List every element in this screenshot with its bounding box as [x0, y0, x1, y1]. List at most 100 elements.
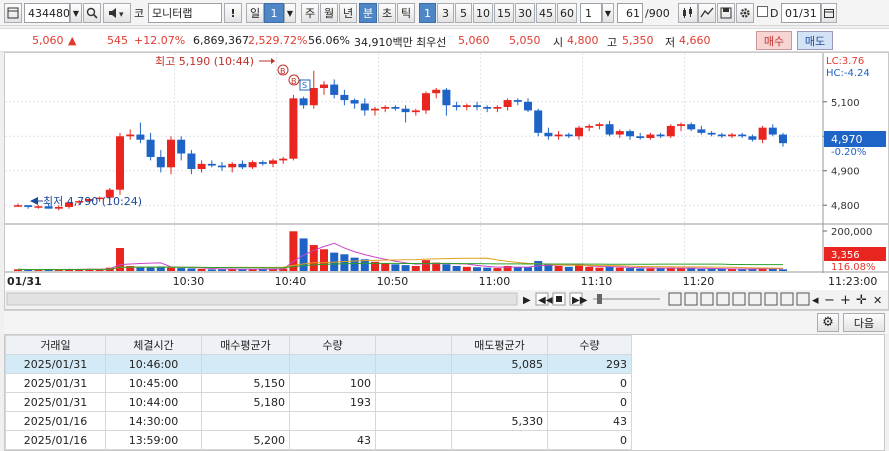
day-count-dropdown-icon[interactable]: ▼ — [284, 3, 296, 23]
gear-icon[interactable] — [736, 3, 754, 23]
time-tick-label: 11:23:00 — [828, 275, 877, 288]
candle-body — [758, 127, 767, 140]
volume-bar — [595, 267, 604, 271]
stock-name-field[interactable]: 모니터랩 — [148, 3, 222, 23]
table-row[interactable]: 2025/01/31 10:44:00 5,180 193 0 — [5, 392, 632, 412]
date-checkbox[interactable] — [757, 6, 768, 17]
best-quote-label: 최우선 — [416, 36, 447, 49]
market-prefix: 코 — [134, 7, 145, 20]
minute-1-button[interactable]: 1 — [419, 3, 436, 23]
candle-body — [401, 108, 410, 113]
table-row[interactable]: 2025/01/16 13:59:00 5,200 43 0 — [5, 430, 632, 450]
draw-tools-icon[interactable] — [698, 3, 716, 23]
volume-bar — [483, 267, 492, 271]
sound-icon[interactable]: ▾ — [103, 3, 131, 23]
volume-bar — [687, 268, 696, 271]
current-pct-tag: -0.20% — [831, 147, 866, 158]
candle-body — [126, 134, 135, 137]
candle-body — [595, 124, 604, 126]
gear-icon[interactable]: ⚙ — [817, 313, 839, 332]
time-tick-label: 11:20 — [683, 275, 715, 288]
candle-body — [585, 125, 594, 128]
zoom-out-icon[interactable]: − — [824, 293, 835, 308]
period-month-button[interactable]: 월 — [320, 3, 338, 23]
candle-body — [442, 89, 451, 106]
period-minute-button[interactable]: 분 — [359, 3, 377, 23]
volume-bar — [187, 268, 196, 271]
chart-panel[interactable]: LC:3.76 HC:-4.24 5,1005,0004,9004,800 4,… — [4, 52, 889, 310]
code-input[interactable]: 434480 — [24, 3, 70, 23]
minute-60-button[interactable]: 60 — [557, 3, 577, 23]
price-change: 545 — [107, 34, 128, 47]
volume-bar — [401, 265, 410, 271]
code-dropdown-icon[interactable]: ▼ — [70, 3, 82, 23]
table-cell — [451, 373, 548, 393]
table-cell — [375, 373, 452, 393]
scroll-left-icon[interactable]: ◂ — [812, 293, 819, 308]
info-button[interactable]: ! — [224, 3, 242, 23]
trade-amount: 34,910백만 — [354, 36, 413, 49]
search-icon[interactable] — [83, 3, 101, 23]
volume-bar — [320, 249, 328, 271]
day-count-field[interactable]: 1 — [264, 3, 284, 23]
chart-type-icon[interactable] — [4, 3, 22, 23]
close-icon[interactable]: ✕ — [873, 294, 882, 307]
volume-bar — [391, 264, 400, 271]
table-row[interactable]: 2025/01/16 14:30:00 5,330 43 — [5, 411, 632, 431]
candle-body — [350, 100, 359, 104]
interval-dropdown-icon[interactable]: ▼ — [602, 3, 614, 23]
period-second-button[interactable]: 초 — [378, 3, 396, 23]
minute-30-button[interactable]: 30 — [515, 3, 535, 23]
table-cell: 2025/01/31 — [5, 392, 106, 412]
candle-body — [167, 139, 175, 168]
minute-10-button[interactable]: 10 — [473, 3, 493, 23]
candle-body — [146, 139, 155, 157]
candle-body — [636, 136, 645, 138]
next-button[interactable]: 다음 — [843, 313, 885, 332]
price-chart[interactable]: LC:3.76 HC:-4.24 5,1005,0004,9004,800 4,… — [5, 53, 888, 309]
candle-body — [187, 153, 196, 170]
minute-3-button[interactable]: 3 — [437, 3, 454, 23]
candle-body — [728, 134, 736, 137]
volume-bar — [554, 265, 563, 271]
minute-5-button[interactable]: 5 — [455, 3, 472, 23]
zoom-slider-handle[interactable] — [597, 294, 602, 304]
move-icon[interactable]: ✛ — [856, 293, 867, 308]
candle-body — [554, 134, 563, 137]
sell-button[interactable]: 매도 — [797, 31, 833, 50]
table-row[interactable]: 2025/01/31 10:45:00 5,150 100 0 — [5, 373, 632, 393]
minute-15-button[interactable]: 15 — [494, 3, 514, 23]
candle-body — [156, 156, 165, 168]
candle-body — [738, 134, 747, 137]
date-field[interactable]: 01/31 — [781, 3, 821, 23]
interval-field[interactable]: 1 — [580, 3, 602, 23]
zoom-in-icon[interactable]: + — [840, 293, 851, 308]
candle-settings-icon[interactable] — [678, 3, 698, 23]
table-cell: 10:46:00 — [105, 354, 202, 374]
horizontal-scrollbar[interactable] — [6, 292, 518, 306]
trade-list-toolbar: ⚙ 다음 — [4, 310, 889, 334]
save-icon[interactable] — [717, 3, 735, 23]
period-tick-button[interactable]: 틱 — [397, 3, 415, 23]
candle-body — [779, 134, 787, 144]
period-week-button[interactable]: 주 — [301, 3, 319, 23]
col-spacer — [375, 335, 452, 355]
period-year-button[interactable]: 년 — [339, 3, 357, 23]
period-day-button[interactable]: 일 — [246, 3, 264, 23]
time-tick-label: 10:40 — [275, 275, 307, 288]
calendar-icon[interactable] — [821, 3, 837, 23]
buy-button[interactable]: 매수 — [756, 31, 792, 50]
table-row[interactable]: 2025/01/31 10:46:00 5,085 293 — [5, 354, 632, 374]
toolbar: 434480 ▼ ▾ 코 모니터랩 ! 일 1 ▼ 주 월 년 분 초 틱 1 … — [0, 0, 889, 26]
high-price: 5,350 — [622, 34, 654, 47]
scroll-right-icon[interactable]: ▶ — [523, 295, 531, 306]
best-bid: 5,050 — [509, 34, 541, 47]
candle-body — [666, 125, 675, 137]
minute-45-button[interactable]: 45 — [536, 3, 556, 23]
page-count-field[interactable]: 61 — [617, 3, 643, 23]
candle-body — [615, 131, 624, 135]
stop-icon — [556, 296, 562, 302]
volume-bar — [605, 266, 614, 271]
candle-body — [646, 134, 655, 138]
table-cell: 5,085 — [451, 354, 548, 374]
